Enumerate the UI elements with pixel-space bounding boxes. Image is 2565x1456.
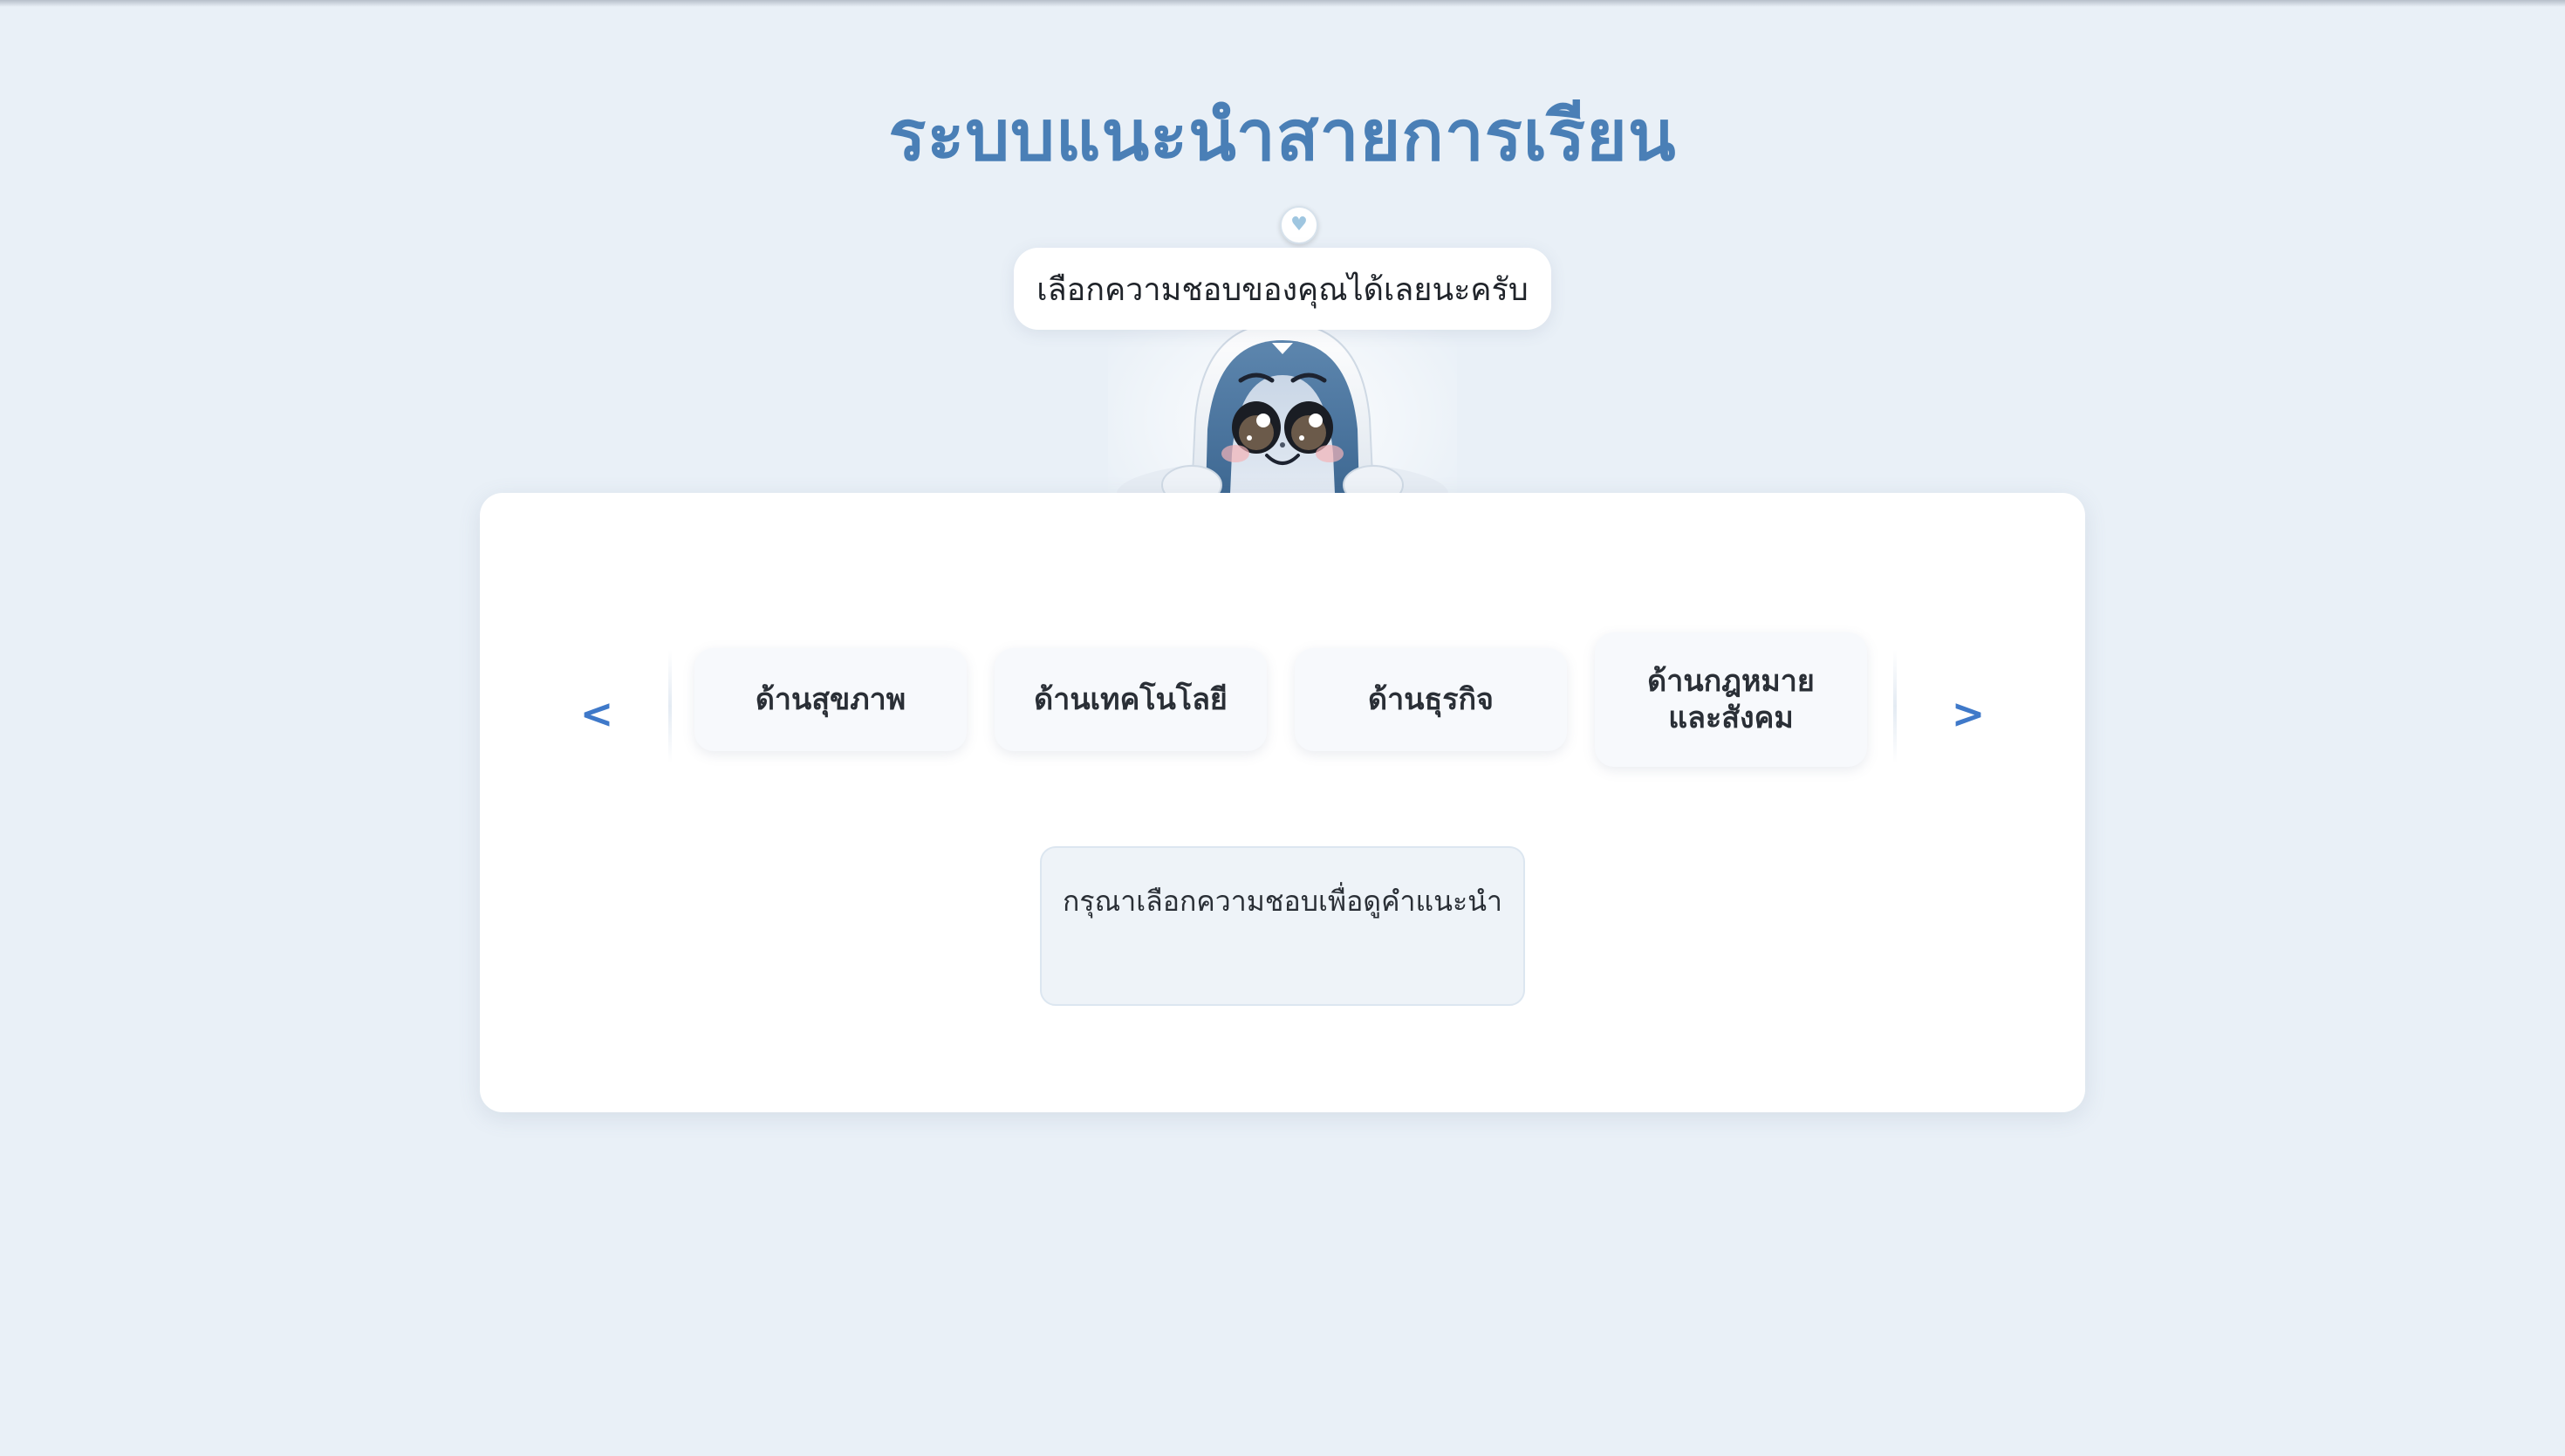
carousel-left-edge [668, 650, 672, 763]
category-technology[interactable]: ด้านเทคโนโลยี [995, 648, 1267, 751]
heart-icon: ♥ [1280, 206, 1318, 244]
carousel-prev-button[interactable]: < [571, 674, 623, 753]
page-title: ระบบแนะนำสายการเรียน [888, 95, 1677, 176]
mascot [1108, 201, 1457, 494]
recommendation-result: กรุณาเลือกความชอบเพื่อดูคำแนะนำ [1040, 846, 1525, 1006]
top-shadow [0, 0, 2565, 7]
category-business[interactable]: ด้านธุรกิจ [1295, 648, 1567, 751]
carousel-right-edge [1893, 650, 1897, 763]
interest-selector-card: < ด้านสุขภาพ ด้านเทคโนโลยี ด้านธุรกิจ ด้… [480, 493, 2085, 1112]
mascot-robot-icon [1117, 321, 1448, 494]
category-health[interactable]: ด้านสุขภาพ [694, 648, 967, 751]
mascot-speech-bubble: เลือกความชอบของคุณได้เลยนะครับ [1014, 248, 1551, 330]
carousel-next-button[interactable]: > [1942, 674, 1994, 753]
category-law-society[interactable]: ด้านกฎหมายและสังคม [1595, 632, 1867, 767]
